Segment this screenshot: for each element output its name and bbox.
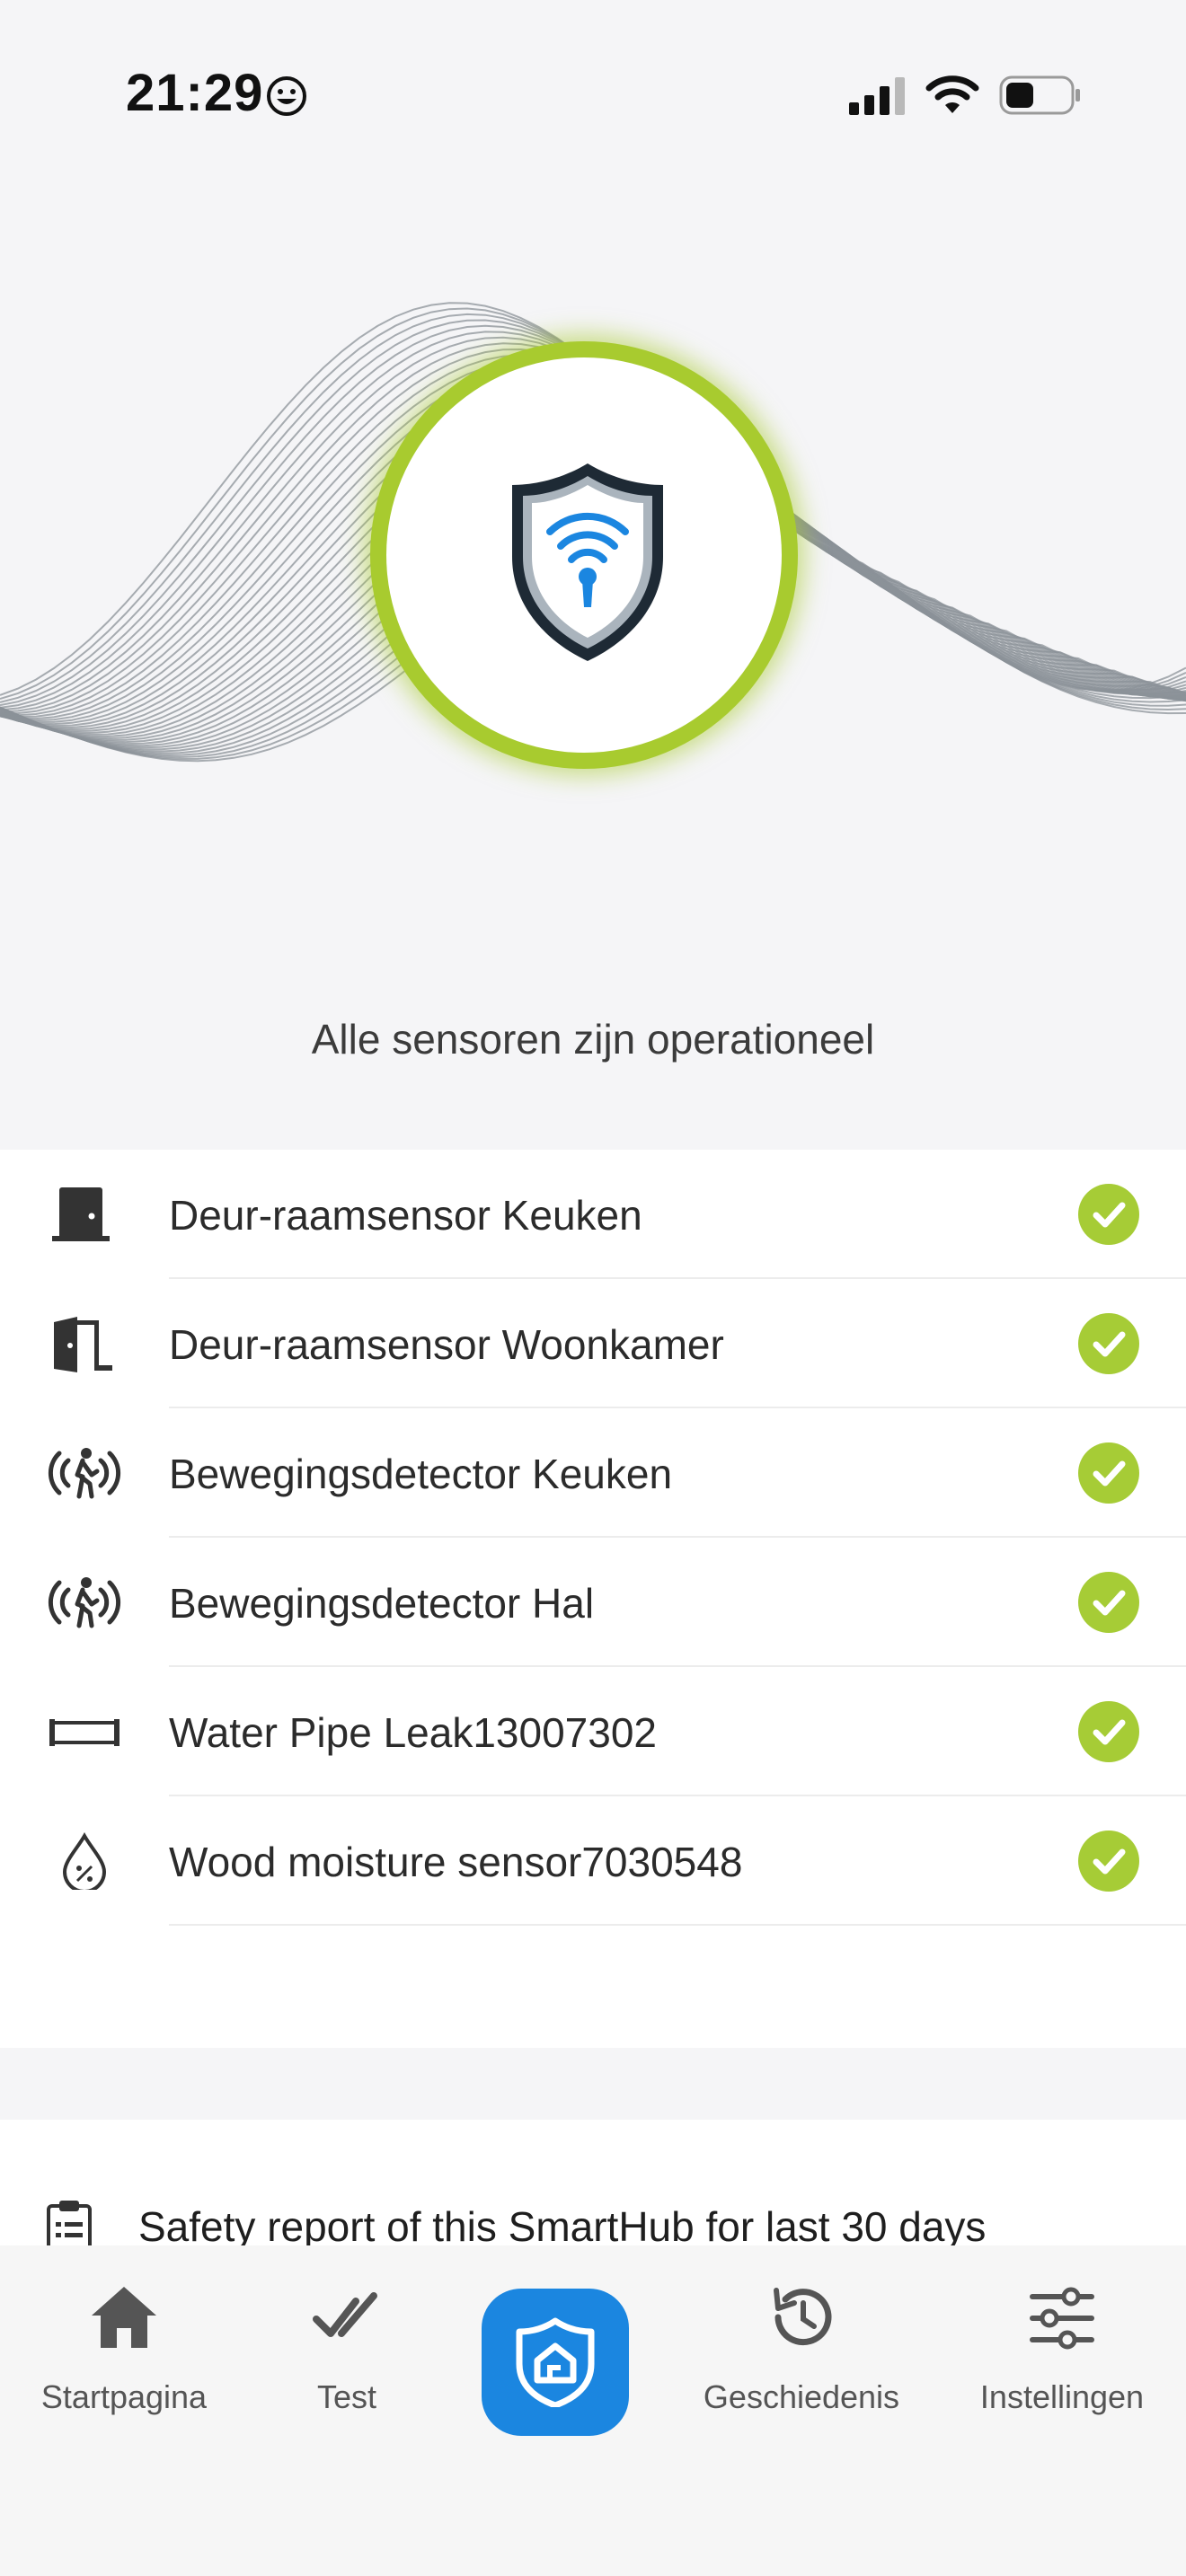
- check-icon: [1078, 1184, 1139, 1245]
- motion-icon: [48, 1577, 121, 1628]
- wifi-icon: [925, 75, 979, 113]
- smiley-icon: [267, 76, 306, 116]
- sensor-row[interactable]: Wood moisture sensor7030548: [0, 1796, 1186, 1926]
- tab-label: Startpagina: [40, 2378, 208, 2415]
- sensor-row[interactable]: Bewegingsdetector Hal: [0, 1538, 1186, 1667]
- safety-report-label: Safety report of this SmartHub for last …: [138, 2203, 987, 2245]
- tab-instellingen[interactable]: Instellingen: [954, 2281, 1170, 2461]
- tab-label: Geschiedenis: [703, 2378, 900, 2415]
- sensor-label: Wood moisture sensor7030548: [169, 1839, 743, 1885]
- double-check-icon: [313, 2292, 377, 2337]
- sensor-row[interactable]: Deur-raamsensor Keuken: [0, 1150, 1186, 1279]
- hero-banner: [0, 162, 1186, 1015]
- sensor-label: Water Pipe Leak13007302: [169, 1709, 658, 1756]
- shield-home-icon: [516, 2317, 595, 2407]
- pipe-icon: [49, 1719, 119, 1746]
- sensor-status-message: Alle sensoren zijn operationeel: [311, 1016, 875, 1063]
- check-icon: [1078, 1701, 1139, 1762]
- status-bar: 21:29: [0, 0, 1186, 180]
- tab-test[interactable]: Test: [239, 2281, 455, 2461]
- sensor-label: Bewegingsdetector Hal: [169, 1580, 595, 1627]
- moisture-drop-icon: [62, 1832, 107, 1890]
- check-icon: [1078, 1442, 1139, 1504]
- sliders-icon: [1030, 2287, 1094, 2350]
- sensor-label: Bewegingsdetector Keuken: [169, 1451, 673, 1497]
- safety-report-row[interactable]: Safety report of this SmartHub for last …: [0, 2120, 1186, 2245]
- cellular-signal-icon: [849, 77, 905, 115]
- shield-home-button[interactable]: [482, 2289, 629, 2436]
- status-time: 21:29: [126, 64, 264, 122]
- home-icon: [92, 2287, 156, 2348]
- sensor-row[interactable]: Deur-raamsensor Woonkamer: [0, 1279, 1186, 1408]
- divider: [169, 1924, 1186, 1926]
- sensor-list: Deur-raamsensor Keuken Deur-raamsensor W…: [0, 1150, 1186, 2048]
- sensor-row[interactable]: Water Pipe Leak13007302: [0, 1667, 1186, 1796]
- tab-geschiedenis[interactable]: Geschiedenis: [694, 2281, 909, 2461]
- sensor-label: Deur-raamsensor Keuken: [169, 1192, 642, 1239]
- door-icon: [52, 1187, 110, 1241]
- clipboard-icon: [47, 2201, 92, 2245]
- motion-icon: [48, 1448, 121, 1499]
- battery-icon: [999, 75, 1080, 115]
- security-shield-keyhole-icon: [512, 463, 663, 661]
- check-icon: [1078, 1313, 1139, 1374]
- check-icon: [1078, 1831, 1139, 1892]
- door-open-icon: [54, 1317, 112, 1372]
- sensor-label: Deur-raamsensor Woonkamer: [169, 1321, 724, 1368]
- tab-label: Test: [316, 2378, 377, 2415]
- tab-label: Instellingen: [979, 2378, 1145, 2415]
- tab-startpagina[interactable]: Startpagina: [16, 2281, 232, 2461]
- history-icon: [774, 2288, 832, 2346]
- check-icon: [1078, 1572, 1139, 1633]
- sensor-row[interactable]: Bewegingsdetector Keuken: [0, 1408, 1186, 1538]
